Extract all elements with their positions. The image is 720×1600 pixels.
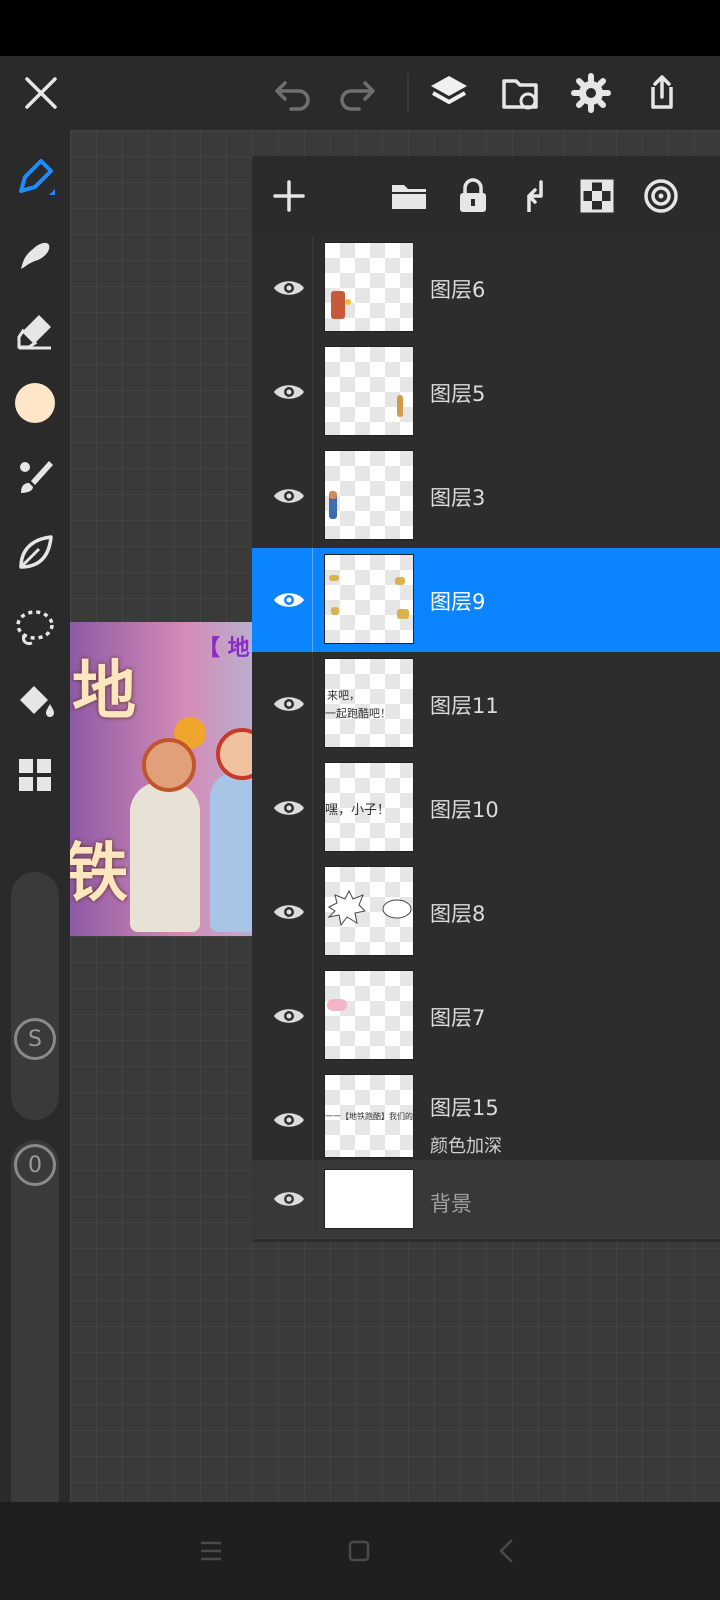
- import-folder-icon[interactable]: [496, 68, 546, 118]
- eye-icon[interactable]: [264, 793, 314, 823]
- home-icon[interactable]: [334, 1526, 384, 1576]
- color-swatch[interactable]: [10, 378, 60, 428]
- layer-thumbnail: 嘿，小子！: [324, 762, 414, 852]
- close-icon[interactable]: [16, 68, 66, 118]
- artwork-banner-text: 【 地: [198, 636, 250, 661]
- artwork-glyph-bottom: 铁: [64, 836, 128, 911]
- layer-row-6[interactable]: 图层6: [252, 236, 720, 341]
- layer-name: 图层3: [430, 486, 486, 510]
- eye-icon[interactable]: [264, 1105, 314, 1135]
- eye-icon[interactable]: [264, 1001, 314, 1031]
- layer-row-11[interactable]: 来吧， 一起跑酷吧！ 图层11: [252, 652, 720, 757]
- layer-row-15[interactable]: 一一【地铁跑酷】我们的 图层15 颜色加深: [252, 1068, 720, 1161]
- eye-icon[interactable]: [264, 481, 314, 511]
- reference-icon[interactable]: [636, 171, 686, 221]
- layer-name: 图层7: [430, 1006, 486, 1030]
- layer-row-3[interactable]: 图层3: [252, 444, 720, 549]
- merge-down-icon[interactable]: [510, 171, 560, 221]
- share-icon[interactable]: [636, 68, 686, 118]
- artwork-glyph-top: 地: [72, 654, 136, 729]
- panel-caret: [450, 118, 474, 130]
- eye-icon[interactable]: [264, 585, 314, 615]
- back-icon[interactable]: [482, 1526, 532, 1576]
- layers-panel-header: [252, 156, 720, 237]
- toolbar-divider: [407, 74, 409, 114]
- status-bar: [0, 0, 720, 56]
- layer-name: 图层5: [430, 382, 486, 406]
- layers-icon[interactable]: [424, 68, 474, 118]
- thumb-text: 一起跑酷吧！: [325, 707, 391, 720]
- eraser-icon[interactable]: [10, 306, 60, 356]
- layer-name: 图层10: [430, 798, 499, 822]
- eye-icon[interactable]: [264, 897, 314, 927]
- grid-icon[interactable]: [10, 750, 60, 800]
- brush-icon[interactable]: [10, 452, 60, 502]
- lasso-icon[interactable]: [10, 602, 60, 652]
- layer-thumbnail: 来吧， 一起跑酷吧！: [324, 658, 414, 748]
- thumb-text: 一一【地铁跑酷】我们的: [325, 1112, 413, 1121]
- lock-icon[interactable]: [448, 171, 498, 221]
- fill-icon[interactable]: [10, 678, 60, 728]
- thumb-text: 嘿，小子！: [325, 803, 391, 818]
- add-layer-icon[interactable]: [264, 171, 314, 221]
- layers-panel: 图层6 图层5 图层3 图层9 来吧， 一起跑酷吧！ 图层11 嘿，小子！ 图层…: [252, 156, 720, 1242]
- undo-icon[interactable]: [268, 68, 318, 118]
- opacity-slider[interactable]: 0: [11, 1140, 59, 1540]
- thumb-text: 来吧，: [327, 689, 360, 702]
- layer-row-5[interactable]: 图层5: [252, 340, 720, 445]
- layer-row-10[interactable]: 嘿，小子！ 图层10: [252, 756, 720, 861]
- opacity-knob[interactable]: 0: [14, 1144, 56, 1186]
- layer-name: 图层11: [430, 694, 499, 718]
- eye-icon[interactable]: [264, 1184, 314, 1214]
- layer-thumbnail: [324, 970, 414, 1060]
- layer-thumbnail: [324, 242, 414, 332]
- layer-thumbnail: [324, 554, 414, 644]
- pen-icon[interactable]: [10, 154, 60, 204]
- layer-thumbnail: [324, 1169, 414, 1229]
- layer-thumbnail: 一一【地铁跑酷】我们的: [324, 1074, 414, 1158]
- top-toolbar: [0, 56, 720, 130]
- layer-name: 背景: [430, 1192, 472, 1216]
- system-nav-bar: [0, 1502, 720, 1600]
- transparency-icon[interactable]: [572, 171, 622, 221]
- layer-thumbnail: [324, 450, 414, 540]
- eye-icon[interactable]: [264, 273, 314, 303]
- artwork-character-boy: [130, 738, 200, 932]
- redo-icon[interactable]: [332, 68, 382, 118]
- layer-row-background[interactable]: 背景: [252, 1160, 720, 1239]
- settings-icon[interactable]: [566, 68, 616, 118]
- layer-thumbnail: [324, 346, 414, 436]
- layer-row-8[interactable]: 图层8: [252, 860, 720, 965]
- layer-row-9[interactable]: 图层9: [252, 548, 720, 653]
- smudge-icon[interactable]: [10, 230, 60, 280]
- folder-icon[interactable]: [384, 171, 434, 221]
- leaf-icon[interactable]: [10, 528, 60, 578]
- layer-thumbnail: [324, 866, 414, 956]
- layer-row-7[interactable]: 图层7: [252, 964, 720, 1069]
- brush-size-knob[interactable]: S: [14, 1018, 56, 1060]
- brush-size-slider[interactable]: S: [11, 872, 59, 1120]
- menu-icon[interactable]: [186, 1526, 236, 1576]
- eye-icon[interactable]: [264, 377, 314, 407]
- layer-name: 图层8: [430, 902, 486, 926]
- eye-icon[interactable]: [264, 689, 314, 719]
- layer-name: 图层15: [430, 1096, 499, 1120]
- layer-name: 图层6: [430, 278, 486, 302]
- layer-name: 图层9: [430, 590, 486, 614]
- layer-blend-mode: 颜色加深: [430, 1136, 502, 1157]
- left-toolbar: S 0: [0, 130, 70, 1540]
